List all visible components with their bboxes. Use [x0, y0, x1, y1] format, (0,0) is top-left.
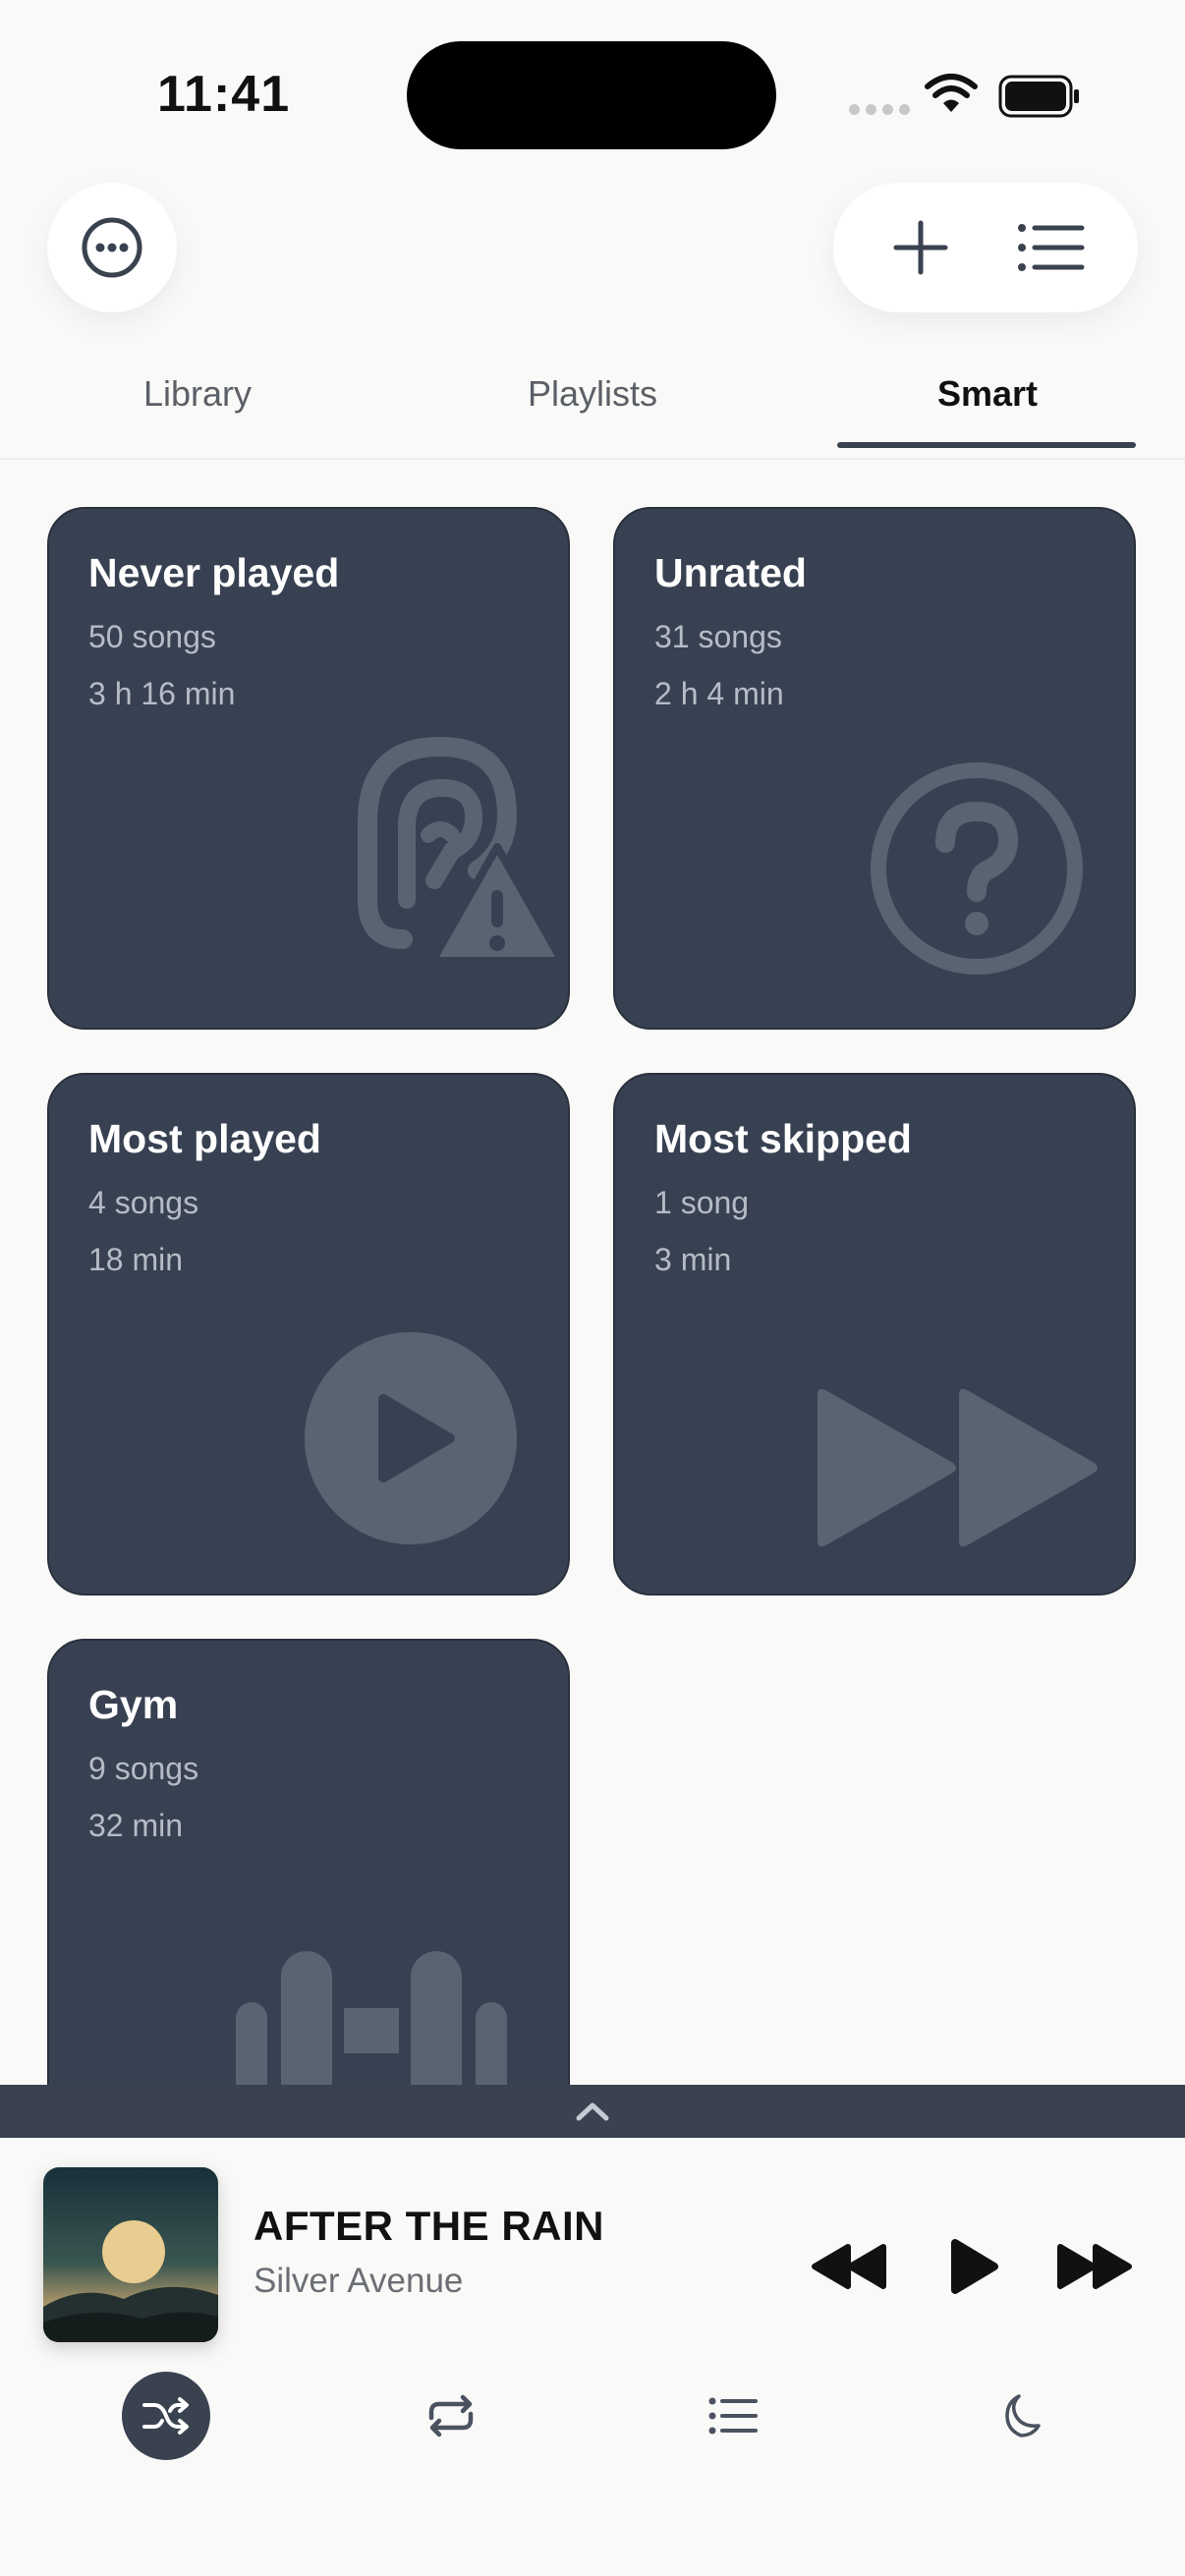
- tab-library[interactable]: Library: [45, 373, 350, 415]
- header-actions: [833, 183, 1138, 312]
- album-art[interactable]: [43, 2167, 218, 2342]
- next-button[interactable]: [1047, 2222, 1142, 2311]
- card-song-count: 9 songs: [88, 1751, 199, 1786]
- sleep-timer-button[interactable]: [973, 2372, 1061, 2460]
- tab-smart[interactable]: Smart: [835, 373, 1140, 415]
- repeat-button[interactable]: [407, 2372, 495, 2460]
- chevron-up-icon: [576, 2102, 609, 2121]
- previous-icon: [812, 2244, 886, 2289]
- shuffle-button[interactable]: [122, 2372, 210, 2460]
- fast-forward-icon: [818, 1388, 1098, 1547]
- play-button[interactable]: [928, 2222, 1022, 2311]
- list-view-button[interactable]: [997, 194, 1105, 302]
- active-tab-indicator: [837, 442, 1136, 448]
- card-title: Gym: [88, 1682, 179, 1727]
- smart-playlist-card[interactable]: Most skipped 1 song 3 min: [613, 1073, 1136, 1596]
- question-circle-icon: [871, 762, 1083, 975]
- card-duration: 32 min: [88, 1808, 184, 1843]
- sleep-timer-moon-icon: [1005, 2394, 1041, 2437]
- card-duration: 18 min: [88, 1242, 184, 1277]
- battery-icon: [998, 75, 1079, 118]
- queue-button[interactable]: [690, 2372, 778, 2460]
- smart-playlist-card[interactable]: Most played 4 songs 18 min: [47, 1073, 570, 1596]
- card-song-count: 1 song: [654, 1185, 750, 1220]
- card-song-count: 50 songs: [88, 619, 216, 654]
- card-song-count: 31 songs: [654, 619, 782, 654]
- ear-warning-icon: [358, 736, 566, 961]
- smart-playlist-card[interactable]: Unrated 31 songs 2 h 4 min: [613, 507, 1136, 1030]
- expand-player-handle[interactable]: [0, 2085, 1185, 2138]
- next-icon: [1057, 2244, 1132, 2289]
- mini-player: AFTER THE RAIN Silver Avenue: [0, 2138, 1185, 2576]
- card-duration: 2 h 4 min: [654, 676, 784, 711]
- card-title: Unrated: [654, 550, 807, 595]
- smart-playlist-card[interactable]: Gym 9 songs 32 min: [47, 1639, 570, 2130]
- list-icon: [1017, 224, 1084, 271]
- smart-playlist-card[interactable]: Never played 50 songs 3 h 16 min: [47, 507, 570, 1030]
- card-song-count: 4 songs: [88, 1185, 199, 1220]
- now-playing-title: AFTER THE RAIN: [254, 2203, 604, 2249]
- dumbbell-icon: [236, 1951, 507, 2099]
- shuffle-icon: [142, 2397, 189, 2435]
- album-cover-image: [43, 2167, 218, 2342]
- status-time: 11:41: [157, 66, 291, 123]
- card-title: Most played: [88, 1116, 321, 1161]
- play-icon: [951, 2239, 998, 2294]
- tab-bar: Library Playlists Smart: [0, 364, 1185, 460]
- repeat-icon: [428, 2394, 474, 2437]
- card-duration: 3 min: [654, 1242, 732, 1277]
- divider: [0, 458, 1185, 460]
- card-duration: 3 h 16 min: [88, 676, 236, 711]
- card-title: Never played: [88, 550, 340, 595]
- add-playlist-button[interactable]: [867, 194, 975, 302]
- plus-icon: [893, 220, 947, 275]
- more-options-button[interactable]: [47, 183, 177, 312]
- cellular-signal-icon: [849, 104, 910, 115]
- wifi-icon: [925, 74, 978, 112]
- dynamic-island: [407, 41, 776, 149]
- ellipsis-circle-icon: [82, 217, 142, 278]
- tab-playlists[interactable]: Playlists: [440, 373, 745, 415]
- card-title: Most skipped: [654, 1116, 912, 1161]
- queue-list-icon: [708, 2397, 758, 2435]
- now-playing-artist: Silver Avenue: [254, 2262, 464, 2300]
- play-circle-icon: [305, 1332, 517, 1544]
- previous-button[interactable]: [802, 2222, 896, 2311]
